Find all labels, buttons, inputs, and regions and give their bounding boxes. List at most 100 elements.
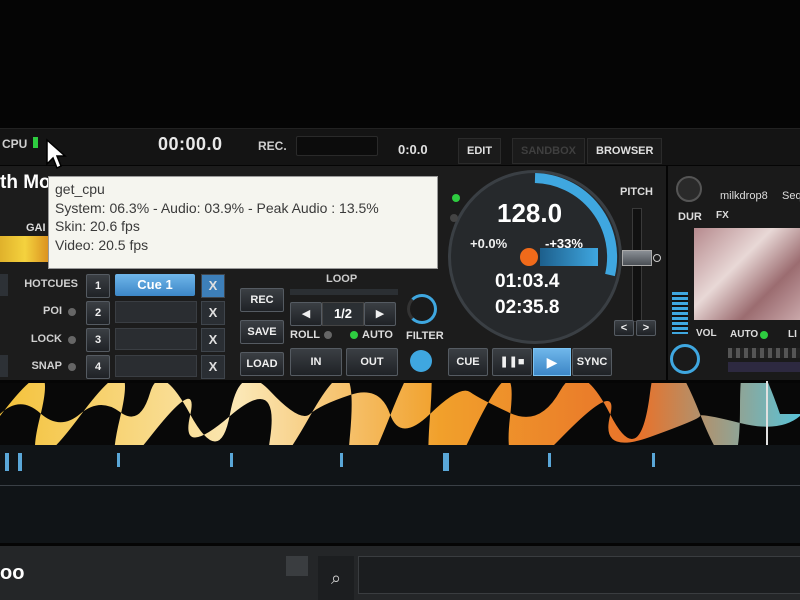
right-fader-2[interactable]	[728, 362, 800, 372]
search-input[interactable]	[358, 556, 800, 594]
fx-label: FX	[716, 210, 729, 221]
left-edge-button-2[interactable]	[0, 355, 8, 377]
beat-marker	[652, 453, 655, 467]
arrow-right-icon: ▶	[375, 308, 385, 320]
tooltip-line-system: System: 06.3% - Audio: 03.9% - Peak Audi…	[55, 199, 379, 216]
save-button[interactable]: SAVE	[240, 320, 284, 344]
delete-cue-4-button[interactable]: X	[201, 355, 225, 379]
lock-led[interactable]	[68, 336, 76, 344]
loop-halve-button[interactable]: ◀	[290, 302, 322, 326]
cue-1-slot[interactable]: Cue 1	[115, 274, 195, 296]
pitch-label: PITCH	[620, 186, 653, 198]
snap-label: SNAP	[31, 360, 62, 372]
pitch-nudge-up[interactable]: >	[636, 320, 656, 336]
beat-marker	[443, 453, 449, 471]
play-icon: ▶	[546, 354, 558, 370]
edit-button[interactable]: EDIT	[458, 138, 502, 164]
track-title: th Mo	[0, 172, 51, 193]
auto-led[interactable]	[350, 331, 358, 339]
cpu-label[interactable]: CPU	[2, 137, 27, 151]
cue-2-slot[interactable]	[115, 301, 197, 323]
play-button[interactable]: ▶	[533, 348, 571, 376]
browser-button[interactable]: BROWSER	[587, 138, 663, 164]
beat-marker	[548, 453, 551, 467]
lock-label: LOCK	[30, 333, 62, 345]
loop-length-display: 1/2	[322, 302, 364, 326]
master-time: 00:00.0	[158, 134, 223, 154]
filter-knob[interactable]	[407, 294, 437, 324]
delete-cue-1-button[interactable]: X	[201, 274, 225, 298]
waveform-graphic	[0, 352, 800, 486]
cpu-meter	[33, 137, 38, 148]
loop-label: LOOP	[326, 273, 358, 285]
browser-folder-label[interactable]: oo	[0, 562, 24, 585]
remaining-time: 02:35.8	[495, 297, 560, 318]
loop-out-button[interactable]: OUT	[346, 348, 398, 376]
cue-button[interactable]: CUE	[448, 348, 488, 376]
loop-bar	[290, 289, 398, 295]
tooltip-title: get_cpu	[55, 181, 105, 197]
left-edge-button[interactable]	[0, 274, 8, 296]
beat-marker	[340, 453, 343, 467]
vinyl-mode-icon[interactable]	[410, 350, 432, 372]
hotcue-2-button[interactable]: 2	[86, 301, 110, 325]
arrow-left-icon: ◀	[301, 308, 311, 320]
seq-label[interactable]: Seq	[782, 190, 800, 202]
loop-in-button[interactable]: IN	[290, 348, 342, 376]
loop-double-button[interactable]: ▶	[364, 302, 396, 326]
waveform[interactable]	[0, 352, 800, 486]
beat-marker	[230, 453, 233, 467]
right-li-label: LI	[788, 329, 797, 340]
auto-label[interactable]: AUTO	[362, 329, 393, 341]
right-auto-label[interactable]: AUTO	[730, 329, 758, 340]
filter-label: FILTER	[406, 330, 444, 342]
sync-button[interactable]: SYNC	[572, 348, 612, 376]
sandbox-button[interactable]: SANDBOX	[512, 138, 586, 164]
dur-label: DUR	[678, 211, 702, 223]
hotcue-1-button[interactable]: 1	[86, 274, 110, 298]
hotcue-4-button[interactable]: 4	[86, 355, 110, 379]
pitch-nudge-down[interactable]: <	[614, 320, 634, 336]
rec-time: 0:0.0	[398, 142, 428, 157]
roll-led[interactable]	[324, 331, 332, 339]
pitch-slider-handle[interactable]	[622, 250, 652, 266]
cursor-icon	[46, 138, 67, 170]
right-auto-led[interactable]	[760, 331, 768, 339]
cue-4-slot[interactable]	[115, 355, 197, 377]
dur-knob[interactable]	[676, 176, 702, 202]
cue-3-slot[interactable]	[115, 328, 197, 350]
pause-stop-icon: ❚❚■	[499, 356, 525, 368]
beatgrid-area	[0, 445, 800, 543]
rec-meter-slot	[296, 136, 378, 156]
hotcues-label: HOTCUES	[24, 278, 78, 290]
beat-marker	[5, 453, 9, 471]
roll-label[interactable]: ROLL	[290, 329, 320, 341]
deck-led	[452, 194, 460, 202]
elapsed-time: 01:03.4	[495, 271, 560, 292]
rec-button[interactable]: REC	[240, 288, 284, 312]
pitch-reset-dot[interactable]	[653, 254, 661, 262]
effect-name[interactable]: milkdrop8	[720, 190, 768, 202]
gain-label: GAI	[26, 222, 46, 234]
bpm-display: 128.0	[497, 198, 563, 228]
poi-led[interactable]	[68, 308, 76, 316]
delete-cue-3-button[interactable]: X	[201, 328, 225, 352]
grid-line	[0, 485, 800, 486]
scroll-up-button[interactable]	[286, 556, 308, 576]
load-button[interactable]: LOAD	[240, 352, 284, 376]
pause-stop-button[interactable]: ❚❚■	[492, 348, 532, 376]
pitch-center-dot	[520, 248, 538, 266]
pitch-range: -+33%	[545, 236, 583, 251]
delete-cue-2-button[interactable]: X	[201, 301, 225, 325]
cpu-tooltip: get_cpu System: 06.3% - Audio: 03.9% - P…	[48, 176, 438, 269]
tooltip-line-skin: Skin: 20.6 fps	[55, 218, 140, 234]
beat-marker	[18, 453, 22, 471]
search-button[interactable]: ⌕	[318, 556, 354, 600]
hotcue-3-button[interactable]: 3	[86, 328, 110, 352]
right-fader[interactable]	[728, 348, 800, 358]
snap-led[interactable]	[68, 363, 76, 371]
vol-knob[interactable]	[670, 344, 700, 374]
search-icon: ⌕	[330, 568, 342, 588]
video-preview	[694, 228, 800, 320]
rec-status-label[interactable]: REC.	[258, 139, 287, 153]
